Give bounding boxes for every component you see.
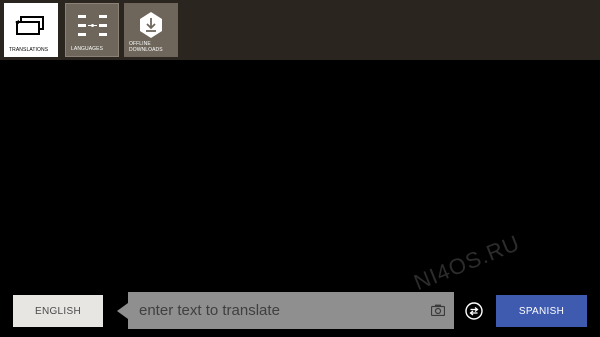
tab-languages[interactable]: LANGUAGES (65, 3, 119, 57)
tab-translations[interactable]: TRANSLATIONS (4, 3, 58, 57)
tab-offline-downloads-label: OFFLINE DOWNLOADS (129, 41, 163, 53)
swap-icon[interactable] (465, 302, 483, 320)
watermark-text: NI4OS.RU (410, 229, 524, 296)
translations-icon (15, 16, 44, 35)
source-language-button[interactable]: ENGLISH (13, 295, 103, 327)
translate-text-input[interactable] (128, 292, 454, 329)
top-app-bar: TRANSLATIONS LANGUAGES OFFLINE DOWNLOADS (0, 0, 600, 60)
translator-app: TRANSLATIONS LANGUAGES OFFLINE DOWNLOADS… (0, 0, 600, 337)
target-language-button[interactable]: SPANISH (496, 295, 587, 327)
languages-icon (78, 15, 107, 36)
tab-offline-downloads[interactable]: OFFLINE DOWNLOADS (124, 3, 178, 57)
tab-translations-label: TRANSLATIONS (9, 47, 49, 53)
download-icon (140, 12, 162, 38)
input-pointer-arrow (117, 303, 128, 319)
camera-icon[interactable] (431, 304, 445, 316)
tab-languages-label: LANGUAGES (71, 46, 104, 52)
